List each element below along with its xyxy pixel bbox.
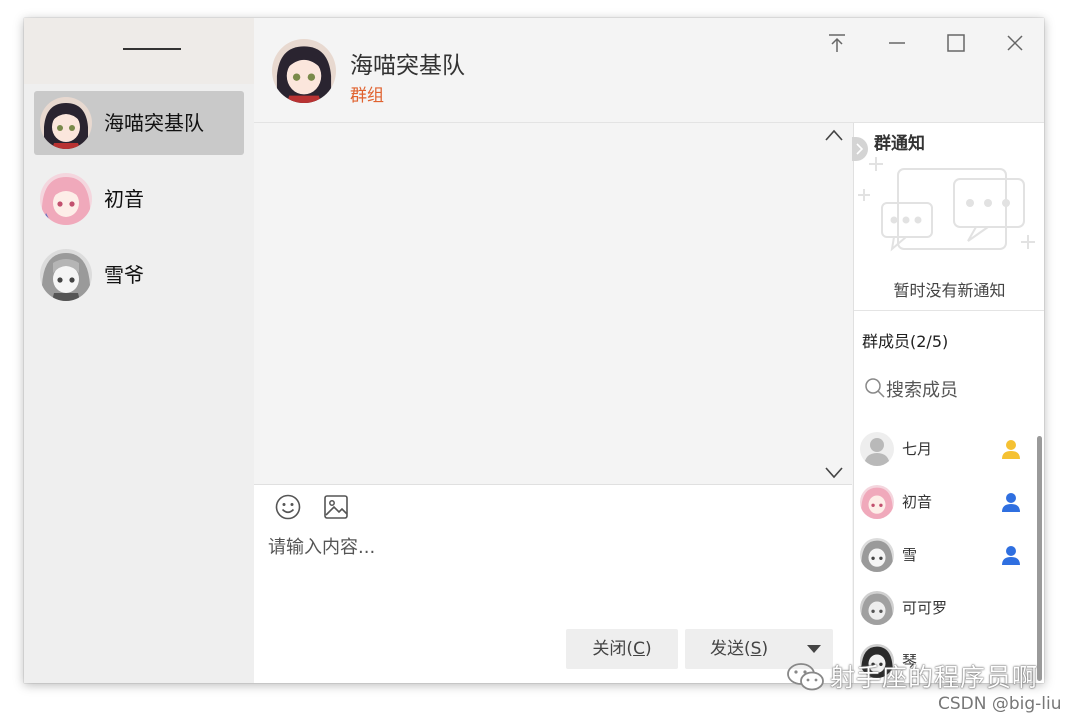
sidebar-header xyxy=(24,18,254,84)
close-label: 关闭( xyxy=(592,639,634,659)
close-button[interactable]: 关闭(C) xyxy=(566,629,678,669)
close-shortcut: C xyxy=(633,639,645,659)
member-name: 七月 xyxy=(902,440,933,458)
avatar xyxy=(40,173,92,225)
members-title: 群成员(2/5) xyxy=(862,332,949,351)
watermark-text: 射手座的程序员啊 xyxy=(830,663,1039,692)
avatar xyxy=(860,485,894,519)
member-search-placeholder: 搜索成员 xyxy=(886,380,958,401)
search-icon xyxy=(864,377,886,399)
member-item[interactable]: 可可罗 xyxy=(854,582,1034,634)
avatar xyxy=(860,591,894,625)
send-label-end: ) xyxy=(761,639,769,659)
notice-empty-text: 暂时没有新通知 xyxy=(893,281,1006,300)
message-input[interactable] xyxy=(266,531,830,615)
watermark-credit: CSDN @big-liu xyxy=(938,694,1062,714)
emoji-icon[interactable] xyxy=(274,493,302,521)
admin-user-icon xyxy=(1000,544,1022,566)
admin-user-icon xyxy=(1000,491,1022,513)
image-icon[interactable] xyxy=(322,493,350,521)
member-name: 雪 xyxy=(902,546,918,564)
owner-user-icon xyxy=(1000,438,1022,460)
send-label-wrap: 发送(S) xyxy=(710,629,768,669)
page-title: 海喵突基队 xyxy=(350,53,465,79)
scroll-down-icon[interactable] xyxy=(824,465,844,479)
avatar xyxy=(40,249,92,301)
conversation-sidebar: 海喵突基队 初音 雪爷 xyxy=(24,18,254,683)
member-name: 可可罗 xyxy=(902,599,948,617)
maximize-icon[interactable] xyxy=(943,30,969,56)
pin-top-icon[interactable] xyxy=(824,30,850,56)
member-item[interactable]: 雪 xyxy=(854,529,1034,581)
avatar xyxy=(860,432,894,466)
close-icon[interactable] xyxy=(1002,30,1028,56)
avatar xyxy=(860,538,894,572)
close-label-end: ) xyxy=(644,639,652,659)
send-shortcut: S xyxy=(750,639,762,659)
chat-header: 海喵突基队 群组 xyxy=(254,18,1044,123)
wechat-logo-icon xyxy=(786,662,826,692)
conversation-name: 海喵突基队 xyxy=(104,111,204,135)
send-options-chevron-down-icon[interactable] xyxy=(807,645,821,653)
divider xyxy=(854,310,1044,311)
message-composer: 关闭(C) 发送(S) xyxy=(254,484,852,683)
conversation-item-xueye[interactable]: 雪爷 xyxy=(34,243,244,307)
empty-notice-chat-bubbles-icon xyxy=(858,151,1042,271)
member-item[interactable]: 初音 xyxy=(854,476,1034,528)
scroll-up-icon[interactable] xyxy=(824,127,844,141)
group-info-panel: 群通知 暂时没有新通知 群成员(2/5) 搜索成员 七月 初音 雪 可可罗 琴 xyxy=(852,123,1044,683)
avatar xyxy=(40,97,92,149)
chat-type-label: 群组 xyxy=(350,86,384,106)
menu-icon[interactable] xyxy=(123,48,181,50)
conversation-name: 雪爷 xyxy=(104,263,144,287)
minimize-icon[interactable] xyxy=(884,30,910,56)
message-area[interactable] xyxy=(254,123,852,483)
group-avatar[interactable] xyxy=(272,39,336,103)
conversation-item-chuyin[interactable]: 初音 xyxy=(34,167,244,231)
chat-window: 海喵突基队 初音 雪爷 海喵突基队 群组 请输入内容... 关闭(C) 发送(S… xyxy=(24,18,1044,683)
member-item[interactable]: 七月 xyxy=(854,423,1034,475)
conversation-item-group[interactable]: 海喵突基队 xyxy=(34,91,244,155)
send-label: 发送( xyxy=(710,639,751,659)
members-scrollbar[interactable] xyxy=(1037,436,1042,681)
member-search[interactable]: 搜索成员 xyxy=(864,373,1034,403)
member-name: 初音 xyxy=(902,493,933,511)
conversation-name: 初音 xyxy=(104,187,144,211)
